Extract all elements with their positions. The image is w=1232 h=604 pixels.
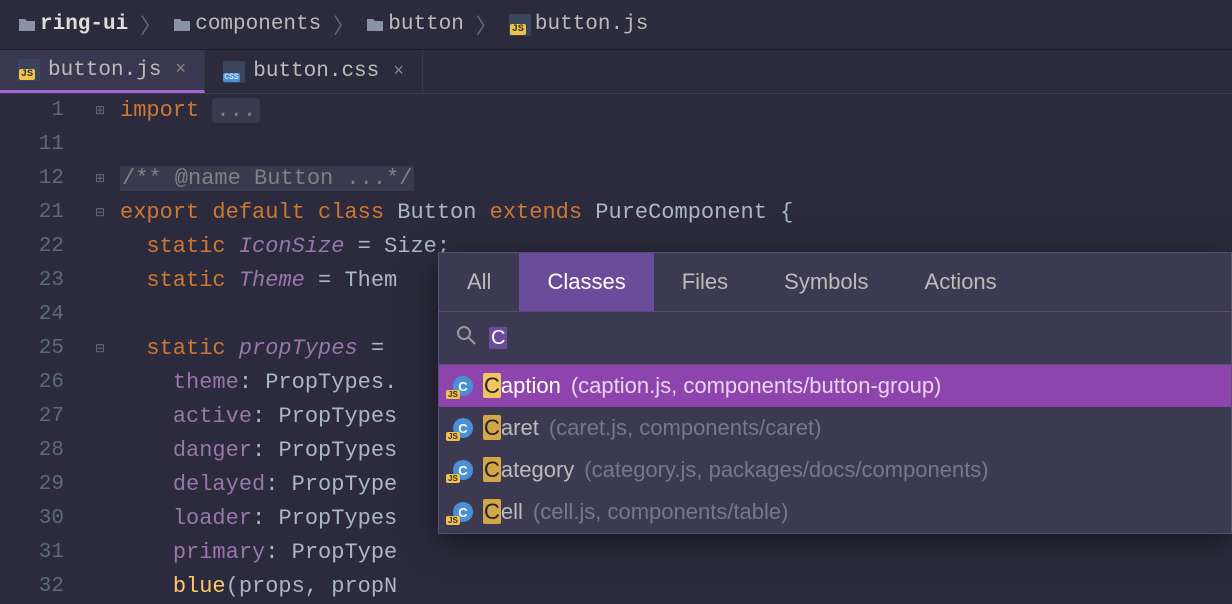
line-number: 26 [0,366,64,400]
line-number-gutter: 11112212223242526272829303132 [0,94,80,552]
class-file-icon: JS [453,502,473,522]
result-name: Cell [483,499,523,525]
tab-button-css[interactable]: button.css × [205,50,423,93]
js-file-icon [18,59,40,81]
fold-marker [80,400,120,434]
fold-marker [80,502,120,536]
close-icon[interactable]: × [393,62,404,82]
search-popup-tabs: All Classes Files Symbols Actions [439,253,1231,312]
class-file-icon: JS [453,460,473,480]
search-result[interactable]: JS Caret (caret.js, components/caret) [439,407,1231,449]
class-file-icon: JS [453,418,473,438]
line-number: 31 [0,536,64,570]
breadcrumb-label: ring-ui [40,13,128,36]
breadcrumb-item[interactable]: ring-ui [18,13,128,36]
popup-tab-all[interactable]: All [439,253,519,311]
line-number: 27 [0,400,64,434]
breadcrumb-label: components [195,13,321,36]
result-path: (caret.js, components/caret) [549,415,822,441]
breadcrumb-label: button [388,13,464,36]
line-number: 1 [0,94,64,128]
chevron-right-icon: 〉 [140,10,161,40]
search-everywhere-popup: All Classes Files Symbols Actions C JS Ca… [438,252,1232,534]
code-line[interactable]: export default class Button extends Pure… [120,196,1232,230]
folder-icon [18,17,36,32]
fold-marker [80,468,120,502]
breadcrumb-item[interactable]: button [366,13,464,36]
search-result[interactable]: JS Caption (caption.js, components/button… [439,365,1231,407]
js-file-icon [509,14,531,36]
result-path: (caption.js, components/button-group) [571,373,942,399]
folder-icon [366,17,384,32]
result-path: (category.js, packages/docs/components) [584,457,988,483]
class-file-icon: JS [453,376,473,396]
code-line[interactable]: primary: PropType [120,536,1232,570]
line-number: 30 [0,502,64,536]
line-number: 21 [0,196,64,230]
result-name: Category [483,457,574,483]
line-number: 32 [0,570,64,604]
line-number: 11 [0,128,64,162]
search-result[interactable]: JS Cell (cell.js, components/table) [439,491,1231,533]
fold-marker[interactable]: ⊟ [80,196,120,230]
popup-tab-classes[interactable]: Classes [519,253,653,311]
breadcrumb-item[interactable]: button.js [509,13,648,36]
search-icon [455,324,477,352]
result-path: (cell.js, components/table) [533,499,789,525]
popup-tab-files[interactable]: Files [654,253,756,311]
chevron-right-icon: 〉 [476,10,497,40]
fold-marker [80,536,120,570]
search-result[interactable]: JS Category (category.js, packages/docs/c… [439,449,1231,491]
fold-marker [80,298,120,332]
editor-tabs: button.js × button.css × [0,50,1232,94]
line-number: 12 [0,162,64,196]
popup-tab-symbols[interactable]: Symbols [756,253,896,311]
popup-tab-actions[interactable]: Actions [897,253,1025,311]
result-name: Caret [483,415,539,441]
fold-marker[interactable]: ⊞ [80,94,120,128]
folder-icon [173,17,191,32]
close-icon[interactable]: × [175,60,186,80]
breadcrumb-label: button.js [535,13,648,36]
tab-label: button.css [253,60,379,83]
fold-marker[interactable]: ⊞ [80,162,120,196]
search-input-row: C [439,312,1231,365]
fold-marker [80,434,120,468]
line-number: 29 [0,468,64,502]
chevron-right-icon: 〉 [333,10,354,40]
tab-label: button.js [48,59,161,82]
fold-marker [80,366,120,400]
fold-marker [80,570,120,604]
fold-marker [80,128,120,162]
code-line[interactable]: import ... [120,94,1232,128]
line-number: 25 [0,332,64,366]
css-file-icon [223,61,245,83]
line-number: 22 [0,230,64,264]
fold-marker [80,230,120,264]
line-number: 23 [0,264,64,298]
breadcrumb-item[interactable]: components [173,13,321,36]
code-line[interactable]: /** @name Button ...*/ [120,162,1232,196]
fold-gutter: ⊞⊞⊟⊟ [80,94,120,552]
fold-marker[interactable]: ⊟ [80,332,120,366]
line-number: 24 [0,298,64,332]
code-line[interactable] [120,128,1232,162]
search-input[interactable]: C [489,327,507,350]
fold-marker [80,264,120,298]
tab-button-js[interactable]: button.js × [0,50,205,93]
breadcrumb: ring-ui 〉 components 〉 button 〉 button.j… [0,0,1232,50]
line-number: 28 [0,434,64,468]
search-results: JS Caption (caption.js, components/button… [439,365,1231,533]
result-name: Caption [483,373,561,399]
code-line[interactable]: blue(props, propN [120,570,1232,604]
